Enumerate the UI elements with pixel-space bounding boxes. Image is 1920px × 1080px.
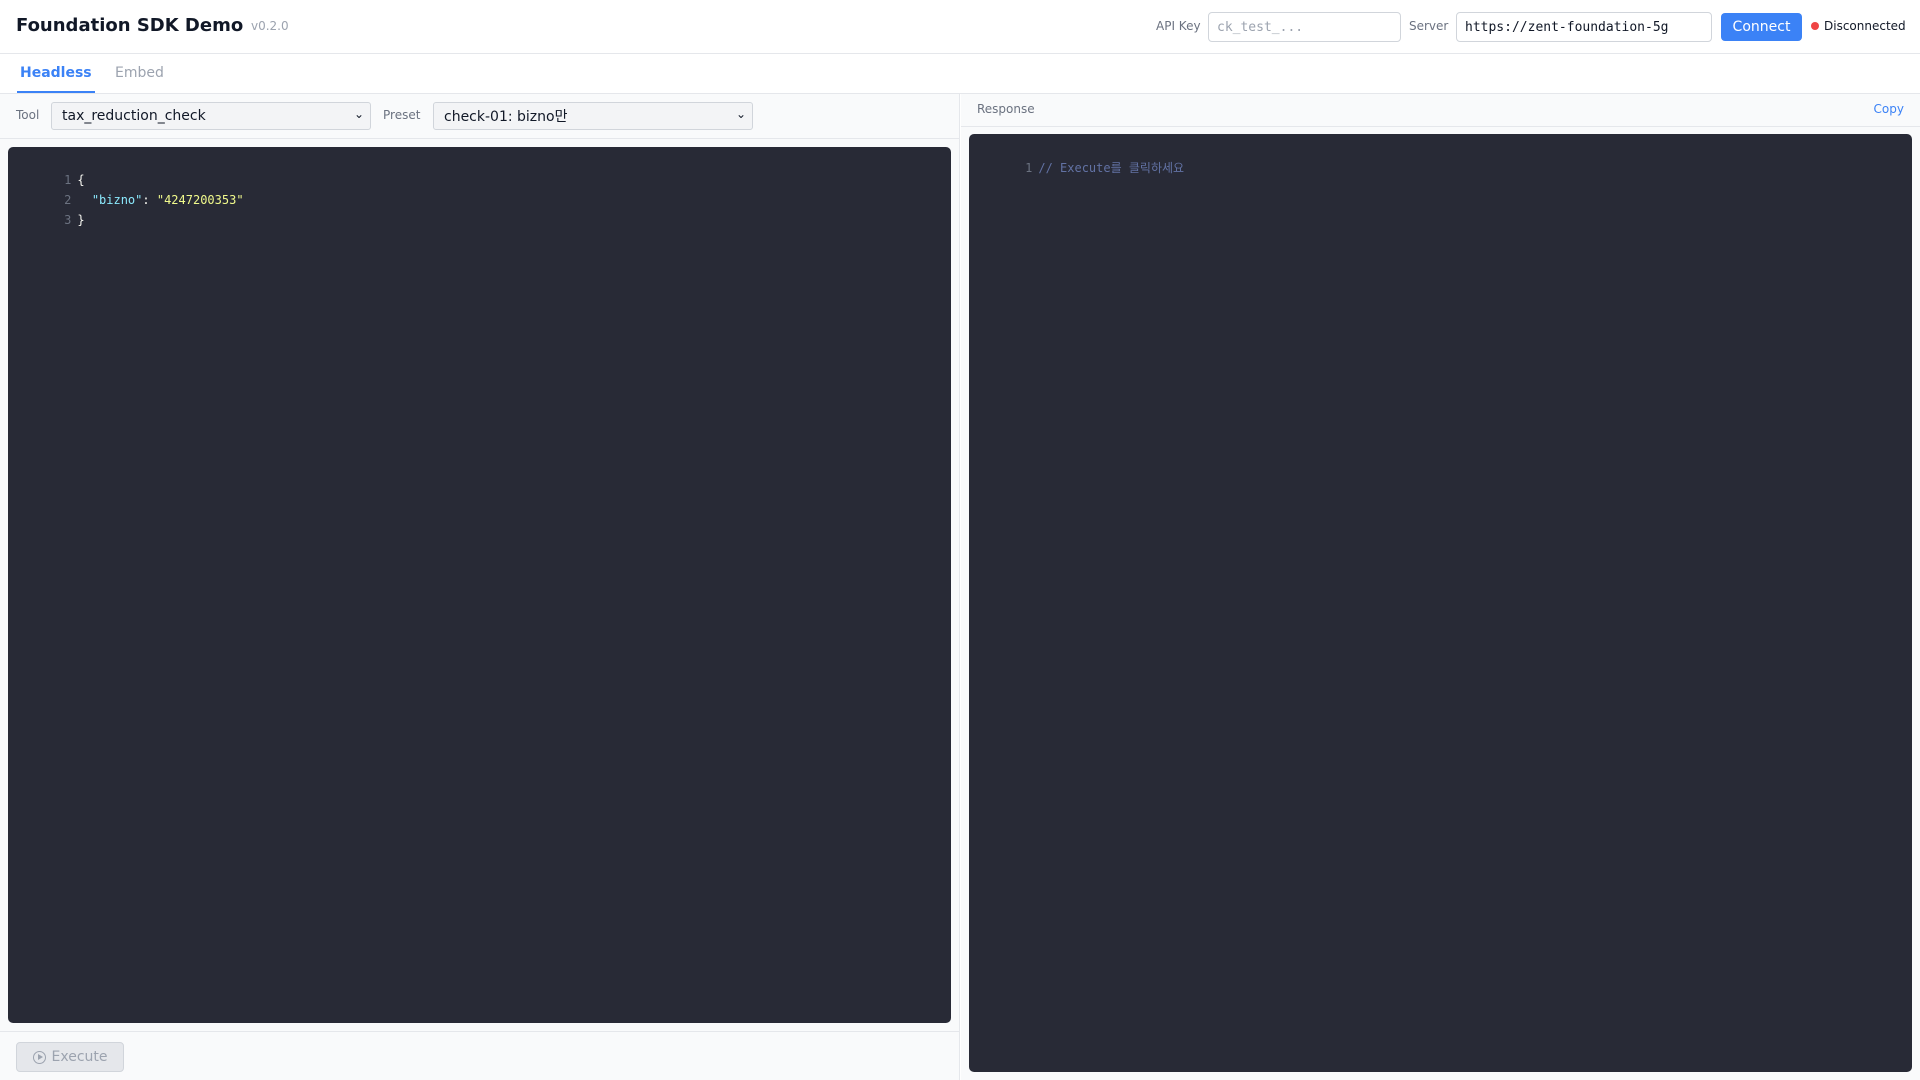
server-label: Server [1409,19,1449,33]
code-line: 1{ [8,150,84,187]
code-line: 3} [8,190,84,227]
code-line: 1 // Execute를 클릭하세요 [969,138,1184,175]
api-key-label: API Key [1156,19,1201,33]
server-url-input[interactable] [1456,12,1712,42]
connection-status: Disconnected [1811,19,1906,33]
response-pane: Response Copy 1 // Execute를 클릭하세요 [961,94,1920,1080]
status-text: Disconnected [1824,19,1906,33]
line-number: 3 [64,213,72,227]
request-footer: Execute [0,1031,959,1080]
code-token: : [142,193,157,207]
version-label: v0.2.0 [251,19,289,33]
request-code-editor[interactable]: 1{ 2 "bizno": "4247200353" 3} [8,147,951,1023]
tab-headless[interactable]: Headless [17,65,95,93]
code-token-string: "4247200353" [156,193,244,207]
request-pane: Tool tax_reduction_check ⌄ Preset check-… [0,94,960,1080]
chevron-down-icon: ⌄ [735,107,746,121]
tool-select[interactable]: tax_reduction_check ⌄ [51,102,371,130]
code-line: 2 "bizno": "4247200353" [8,170,243,207]
app-title: Foundation SDK Demo [16,15,244,36]
code-token-key: "bizno" [91,193,143,207]
execute-label: Execute [51,1049,108,1065]
app-header: Foundation SDK Demo v0.2.0 API Key Serve… [0,0,1920,54]
tool-label: Tool [16,108,40,122]
response-header: Response Copy [961,94,1920,127]
copy-button[interactable]: Copy [1874,102,1904,116]
preset-select[interactable]: check-01: bizno만 ⌄ [433,102,753,130]
chevron-down-icon: ⌄ [353,107,364,121]
placeholder-comment: // Execute를 클릭하세요 [1038,161,1185,175]
tool-select-value: tax_reduction_check [62,108,206,124]
execute-button[interactable]: Execute [16,1042,124,1072]
api-key-input[interactable] [1208,12,1401,42]
play-circle-icon [32,1050,46,1064]
preset-label: Preset [383,108,421,122]
line-number: 1 [1025,161,1033,175]
preset-select-value: check-01: bizno만 [444,109,568,125]
tab-embed[interactable]: Embed [115,65,164,91]
response-code-view[interactable]: 1 // Execute를 클릭하세요 [969,134,1912,1072]
status-dot-icon [1811,22,1819,30]
code-token: } [77,213,85,227]
mode-tabs: Headless Embed [0,55,1920,94]
response-title: Response [977,102,1035,116]
connect-button[interactable]: Connect [1721,13,1802,41]
request-toolbar: Tool tax_reduction_check ⌄ Preset check-… [0,94,959,139]
